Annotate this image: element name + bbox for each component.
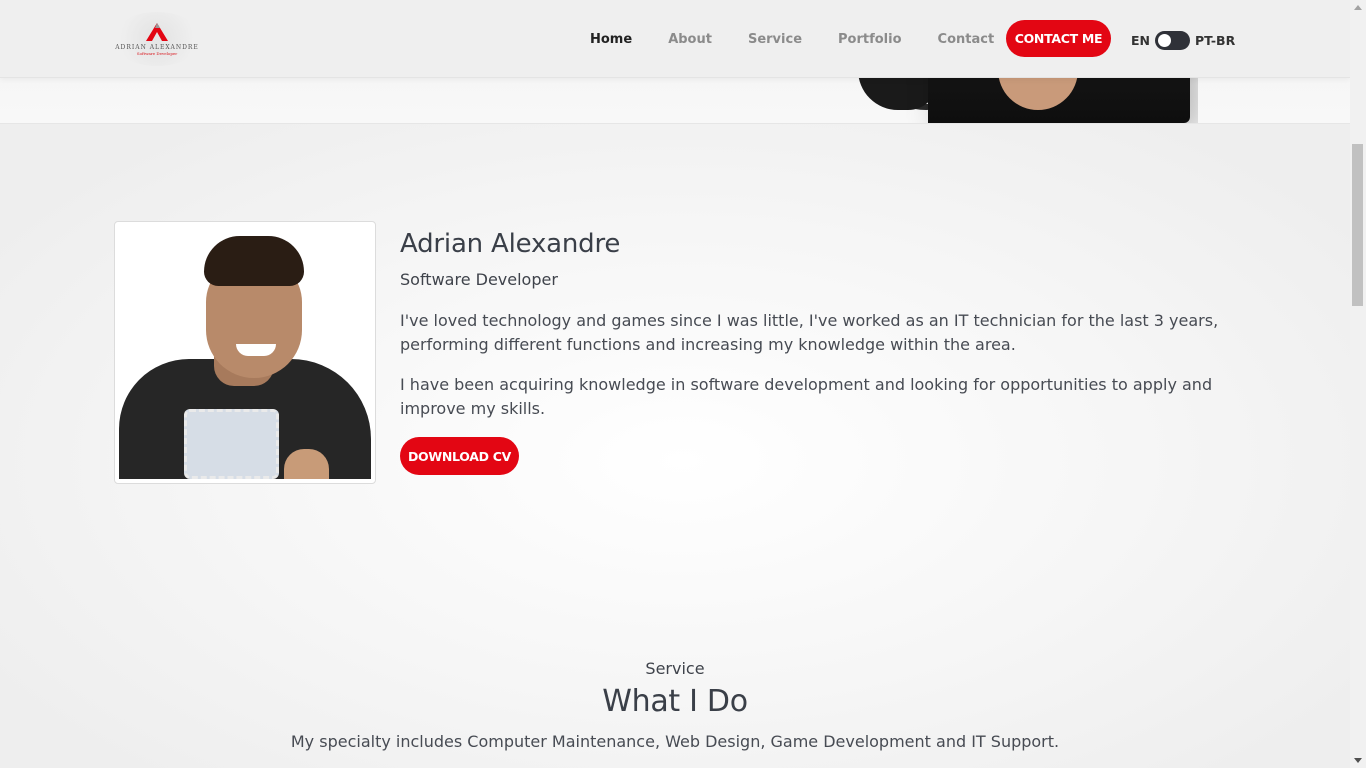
download-cv-button[interactable]: DOWNLOAD CV (400, 437, 519, 475)
nav-item-service[interactable]: Service (748, 32, 802, 47)
service-subtitle: Service (645, 659, 705, 678)
navbar: ADRIAN ALEXANDRE Software Developer Home… (0, 0, 1350, 78)
language-switch: EN PT-BR (1131, 30, 1235, 50)
about-role: Software Developer (400, 270, 558, 289)
lang-en-label: EN (1131, 32, 1151, 48)
page-scrollbar[interactable] (1350, 0, 1366, 768)
logo[interactable]: ADRIAN ALEXANDRE Software Developer (112, 12, 202, 66)
about-paragraph-2: I have been acquiring knowledge in softw… (400, 375, 1213, 418)
toggle-knob (1158, 33, 1172, 47)
nav-item-contact[interactable]: Contact (938, 32, 995, 47)
service-description: My specialty includes Computer Maintenan… (290, 732, 1060, 751)
scroll-down-arrow-icon[interactable] (1354, 758, 1362, 763)
profile-photo (114, 221, 376, 484)
nav-item-portfolio[interactable]: Portfolio (838, 32, 902, 47)
lang-ptbr-label: PT-BR (1195, 32, 1236, 48)
service-title: What I Do (602, 684, 748, 719)
logo-subtitle: Software Developer (136, 51, 178, 56)
nav-item-home[interactable]: Home (590, 32, 632, 47)
about-paragraph-1: I've loved technology and games since I … (400, 311, 1219, 354)
nav-links: Home About Service Portfolio Contact (590, 0, 1030, 78)
language-toggle[interactable] (1155, 30, 1191, 50)
scrollbar-thumb[interactable] (1352, 144, 1363, 306)
logo-mark-icon (144, 22, 170, 42)
about-name: Adrian Alexandre (400, 229, 621, 259)
nav-item-about[interactable]: About (668, 32, 712, 47)
contact-me-button[interactable]: CONTACT ME (1006, 20, 1111, 57)
logo-name: ADRIAN ALEXANDRE (115, 44, 199, 51)
scroll-up-arrow-icon[interactable] (1354, 5, 1362, 10)
